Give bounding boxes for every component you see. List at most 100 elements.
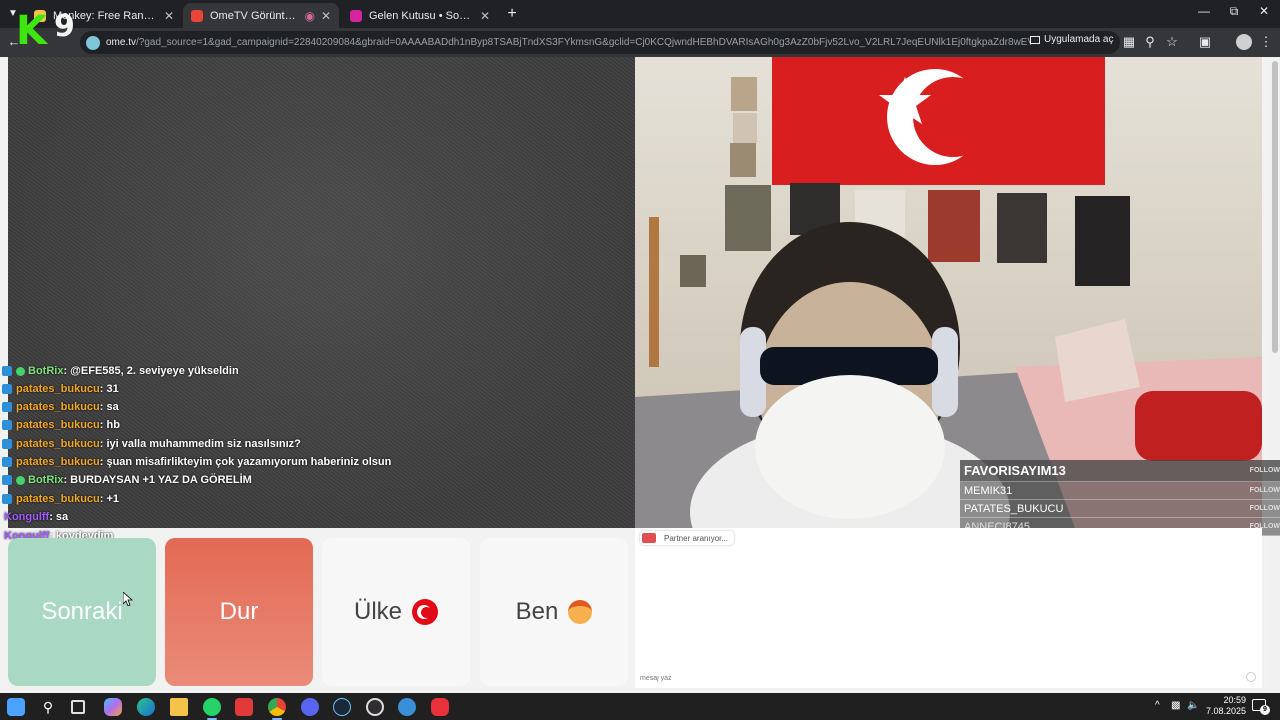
chat-username: patates_bukucu xyxy=(16,383,100,395)
menu-kebab-icon[interactable]: ⋮ xyxy=(1258,34,1274,50)
kick-platform-icon xyxy=(2,420,12,430)
chat-username: Kongulff xyxy=(4,511,50,523)
extensions-icon[interactable]: ▣ xyxy=(1197,34,1213,50)
message-input[interactable] xyxy=(640,672,1255,684)
chat-text: : 31 xyxy=(99,383,119,395)
kick-platform-icon xyxy=(2,402,12,412)
leaderboard-row: PATATES_BUKUCU FOLLOW xyxy=(960,500,1280,518)
open-in-app-button[interactable]: Uygulamada aç xyxy=(1030,34,1113,45)
recording-indicator-icon: ◉ xyxy=(304,8,315,23)
kick-platform-icon xyxy=(2,439,12,449)
new-tab-plus-icon[interactable]: + xyxy=(504,5,520,23)
my-profile-button[interactable]: Ben xyxy=(480,538,628,686)
chat-message: Kongulff : sa xyxy=(0,508,68,526)
wps-icon[interactable] xyxy=(235,698,253,716)
follow-label: FOLLOW xyxy=(1249,505,1280,512)
chat-message: BotRix : @EFE585, 2. seviyeye yükseldin xyxy=(0,362,239,380)
chat-username: patates_bukucu xyxy=(16,438,100,450)
chat-text: : sa xyxy=(49,511,69,523)
leaderboard-name: MEMIK31 xyxy=(964,484,1013,497)
steam-icon[interactable] xyxy=(333,698,351,716)
file-explorer-icon[interactable] xyxy=(170,698,188,716)
tray-chevron-icon[interactable]: ^ xyxy=(1155,700,1160,711)
chat-message: patates_bukucu : iyi valla muhammedim si… xyxy=(0,435,301,453)
chat-message: patates_bukucu : hb xyxy=(0,416,120,434)
follow-label: FOLLOW xyxy=(1249,467,1280,474)
start-icon[interactable] xyxy=(7,698,25,716)
ometv-icon xyxy=(191,9,203,22)
follower-leaderboard: FAVORISAYIM13 FOLLOW MEMIK31 FOLLOW PATA… xyxy=(960,460,1280,536)
partner-status-bubble: Partner aranıyor... xyxy=(640,531,735,545)
tab-ometv[interactable]: OmeTV Görüntülü Sohbet ◉ ✕ xyxy=(183,3,339,28)
address-bar[interactable]: ome.tv/?gad_source=1&gad_campaignid=2284… xyxy=(80,31,1120,54)
discord-icon[interactable] xyxy=(301,698,319,716)
next-button[interactable]: Sonraki xyxy=(8,538,156,686)
text-chat-panel xyxy=(635,528,1262,688)
country-filter-button[interactable]: Ülke xyxy=(322,538,470,686)
chat-text: : sa xyxy=(99,401,119,413)
tab-title: OmeTV Görüntülü Sohbet xyxy=(210,9,299,22)
stop-button[interactable]: Dur xyxy=(165,538,313,686)
tab-instagram[interactable]: Gelen Kutusu • Sohbetler ✕ xyxy=(342,3,498,28)
window-close-icon[interactable]: ✕ xyxy=(1249,4,1279,18)
red-app-icon[interactable] xyxy=(431,698,449,716)
instagram-icon xyxy=(350,9,362,22)
tab-strip: ▼ Monkey: Free Random Video C ✕ OmeTV Gö… xyxy=(0,0,1280,28)
restore-icon[interactable]: ⧉ xyxy=(1219,4,1249,19)
close-tab-icon[interactable]: ✕ xyxy=(164,9,174,23)
profile-avatar-icon[interactable] xyxy=(1236,34,1252,50)
kick-platform-icon xyxy=(2,366,12,376)
logo-letter: K xyxy=(16,8,47,54)
task-view-icon[interactable] xyxy=(71,700,85,714)
follow-label: FOLLOW xyxy=(1249,487,1280,494)
minimize-icon[interactable]: — xyxy=(1189,4,1219,18)
webcam-scene xyxy=(635,57,1262,528)
chat-username: patates_bukucu xyxy=(16,456,100,468)
chat-message: BotRix : BURDAYSAN +1 YAZ DA GÖRELİM xyxy=(0,471,252,489)
chat-text: : hb xyxy=(99,419,120,431)
chrome-icon[interactable] xyxy=(268,698,286,720)
clock-date: 7.08.2025 xyxy=(1205,706,1246,716)
chat-text: : şuan misafirlikteyim çok yazamıyorum h… xyxy=(99,456,392,468)
obs-icon[interactable] xyxy=(366,698,384,716)
logo-number: 9 xyxy=(54,9,75,44)
bookmark-star-icon[interactable]: ☆ xyxy=(1164,34,1180,50)
game-launcher-icon[interactable] xyxy=(398,698,416,716)
copilot-icon[interactable] xyxy=(104,698,122,716)
chat-message: patates_bukucu : +1 xyxy=(0,490,119,508)
search-icon[interactable]: ⚲ xyxy=(39,698,57,716)
leaderboard-row: FAVORISAYIM13 FOLLOW xyxy=(960,460,1280,482)
whatsapp-icon[interactable] xyxy=(203,698,221,720)
clock-time: 20:59 xyxy=(1223,695,1246,705)
system-clock[interactable]: 20:59 7.08.2025 xyxy=(1198,695,1246,717)
stop-button-label: Dur xyxy=(219,598,259,625)
next-button-label: Sonraki xyxy=(41,598,123,625)
turkey-flag-icon xyxy=(412,599,438,625)
turkish-flag xyxy=(772,57,1105,185)
verified-check-icon xyxy=(16,475,25,485)
site-info-icon[interactable] xyxy=(86,35,100,50)
page-scrollbar[interactable] xyxy=(1270,57,1280,693)
boy-face-icon xyxy=(568,600,593,624)
chat-username: patates_bukucu xyxy=(16,419,100,431)
notification-center-icon[interactable]: 9 xyxy=(1252,699,1270,715)
leaderboard-name: FAVORISAYIM13 xyxy=(964,463,1066,478)
chat-message: patates_bukucu : sa xyxy=(0,398,119,416)
chat-username: BotRix xyxy=(28,474,64,486)
browser-toolbar: ← ome.tv/?gad_source=1&gad_campaignid=22… xyxy=(0,28,1280,57)
emoji-icon[interactable] xyxy=(1246,672,1256,682)
network-icon[interactable]: ▩ xyxy=(1171,700,1180,711)
kick-platform-icon xyxy=(2,475,12,485)
edge-icon[interactable] xyxy=(137,698,155,716)
close-tab-icon[interactable]: ✕ xyxy=(480,9,490,23)
verified-check-icon xyxy=(16,366,25,376)
kick-platform-icon xyxy=(2,494,12,504)
chat-message: patates_bukucu : şuan misafirlikteyim ço… xyxy=(0,453,391,471)
close-tab-icon[interactable]: ✕ xyxy=(321,9,331,23)
chat-username: BotRix xyxy=(28,365,64,377)
scrollbar-thumb[interactable] xyxy=(1272,61,1278,353)
kick-platform-icon xyxy=(2,384,12,394)
translate-icon[interactable]: ▦ xyxy=(1121,34,1137,50)
zoom-icon[interactable]: ⚲ xyxy=(1142,34,1158,50)
app-window-icon xyxy=(1030,35,1040,44)
